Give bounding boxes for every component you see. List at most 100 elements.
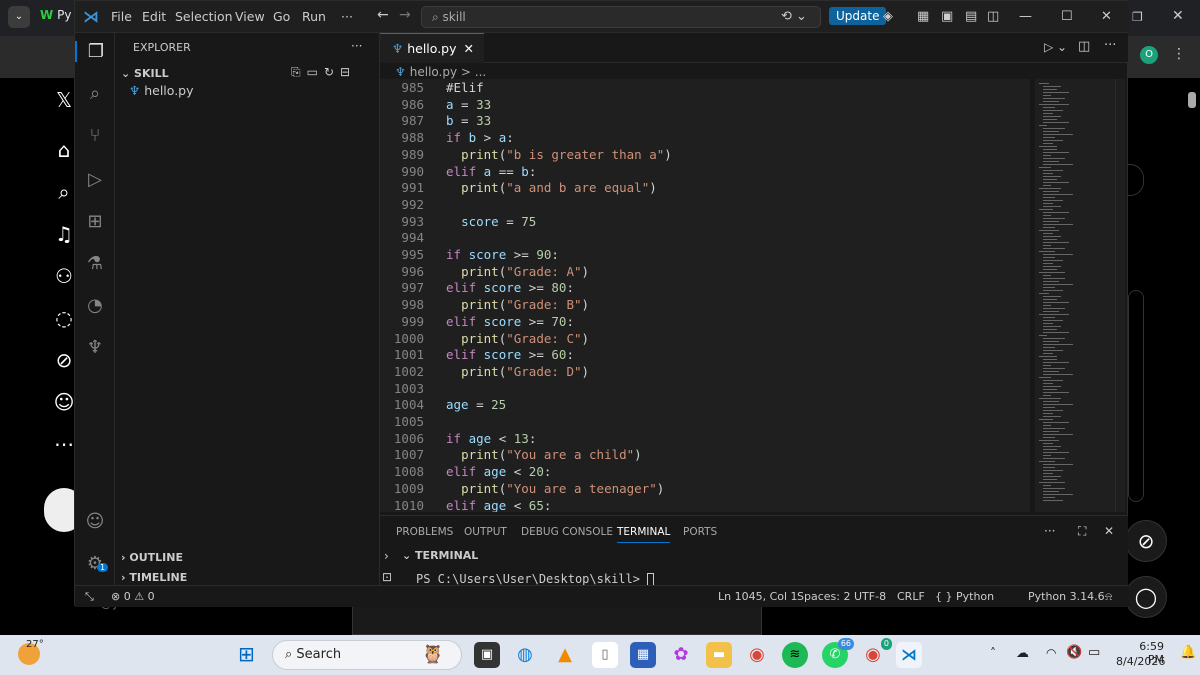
copilot-icon[interactable]: ✿: [668, 642, 694, 668]
menu-go[interactable]: Go: [273, 9, 290, 24]
cursor-position[interactable]: Ln 1045, Col 1: [718, 590, 798, 603]
python-interpreter[interactable]: Python 3.14.6: [1028, 590, 1105, 603]
code-text[interactable]: elif score >= 70:: [446, 314, 574, 329]
more-actions-icon[interactable]: ···: [351, 39, 362, 53]
notifications-icon[interactable]: 🔔: [1180, 645, 1196, 660]
encoding[interactable]: UTF-8: [854, 590, 886, 603]
code-text[interactable]: print("Grade: B"): [446, 297, 589, 312]
tray-chevron-icon[interactable]: ˄: [990, 646, 996, 660]
collapse-icon[interactable]: ⊟: [340, 65, 356, 79]
whatsapp-icon[interactable]: ✆ 66: [822, 638, 854, 668]
testing-icon[interactable]: ⚗: [75, 253, 115, 274]
code-text[interactable]: print("You are a child"): [446, 447, 642, 462]
vlc-icon[interactable]: ▲: [552, 642, 578, 668]
messages-fab-icon[interactable]: ◯: [1125, 576, 1167, 618]
menu-view[interactable]: View: [235, 9, 265, 24]
start-icon[interactable]: ⊞: [238, 642, 255, 666]
remote-explorer-icon[interactable]: ◔: [75, 295, 115, 316]
volume-muted-icon[interactable]: 🔇: [1066, 645, 1082, 660]
code-text[interactable]: print("Grade: D"): [446, 364, 589, 379]
python-icon[interactable]: ♆: [75, 337, 115, 358]
refresh-icon[interactable]: ↻: [324, 65, 340, 79]
chrome-profile-icon[interactable]: ◉ 0: [860, 638, 892, 668]
run-debug-icon[interactable]: ▷: [75, 169, 115, 190]
wifi-icon[interactable]: ◠: [1046, 646, 1056, 660]
editor-scrollbar[interactable]: [1115, 79, 1125, 512]
code-text[interactable]: if b > a:: [446, 130, 514, 145]
close-icon[interactable]: ✕: [1172, 8, 1184, 24]
line-ending[interactable]: CRLF: [897, 590, 925, 603]
code-text[interactable]: print("a and b are equal"): [446, 180, 657, 195]
spotify-icon[interactable]: ≋: [782, 642, 808, 668]
breadcrumb[interactable]: ♆ hello.py > ...: [395, 65, 486, 79]
outline-section[interactable]: › OUTLINE: [121, 551, 183, 564]
maximize-panel-icon[interactable]: ⛶: [1078, 524, 1086, 539]
explorer-icon[interactable]: ❐: [75, 41, 115, 62]
tab-problems[interactable]: PROBLEMS: [396, 526, 453, 538]
code-text[interactable]: if score >= 90:: [446, 247, 559, 262]
command-center-search[interactable]: ⌕ skill: [421, 6, 821, 28]
more-actions-icon[interactable]: ···: [1104, 38, 1116, 53]
update-button[interactable]: Update: [829, 7, 887, 25]
chevron-down-icon[interactable]: ⌄: [8, 6, 30, 28]
grok-fab-icon[interactable]: ⊘: [1125, 520, 1167, 562]
remote-icon[interactable]: ⤡: [85, 590, 94, 604]
extensions-icon[interactable]: ⊞: [75, 211, 115, 232]
code-editor[interactable]: 985 #Elif 986 a = 33 987 b = 33 988 if b > a: 98…: [380, 79, 1030, 512]
code-text[interactable]: elif score >= 60:: [446, 347, 574, 362]
restore-icon[interactable]: ❐: [1132, 10, 1143, 24]
code-text[interactable]: print("b is greater than a"): [446, 147, 672, 162]
profile-avatar[interactable]: O: [1140, 46, 1158, 64]
cloud-off-icon[interactable]: ☁: [1016, 646, 1029, 661]
menu-more[interactable]: ···: [341, 9, 353, 24]
code-text[interactable]: score = 75: [446, 214, 536, 229]
clock-date[interactable]: 8/4/2026: [1116, 655, 1165, 668]
battery-icon[interactable]: ▭: [1088, 645, 1100, 660]
tab-output[interactable]: OUTPUT: [464, 526, 507, 538]
language-mode[interactable]: { } Python: [935, 590, 994, 603]
run-python-icon[interactable]: ▷ ⌄: [1044, 40, 1067, 54]
new-file-icon[interactable]: ⎘: [291, 65, 307, 79]
code-text[interactable]: #Elif: [446, 80, 484, 95]
task-view-icon[interactable]: ▣: [474, 642, 500, 668]
tab-debug-console[interactable]: DEBUG CONSOLE: [521, 526, 613, 538]
more-actions-icon[interactable]: ···: [1044, 524, 1055, 538]
close-tab-icon[interactable]: ✕: [464, 41, 474, 56]
layout-icon[interactable]: ▦: [917, 9, 929, 24]
toggle-panel-icon[interactable]: ▤: [965, 9, 977, 24]
code-text[interactable]: elif age < 20:: [446, 464, 551, 479]
timeline-section[interactable]: › TIMELINE: [121, 571, 187, 584]
menu-file[interactable]: File: [111, 9, 132, 24]
menu-selection[interactable]: Selection: [175, 9, 233, 24]
code-text[interactable]: print("Grade: A"): [446, 264, 589, 279]
minimap[interactable]: [1035, 79, 1115, 512]
chrome-icon[interactable]: ◉: [744, 642, 770, 668]
indentation[interactable]: Spaces: 2: [797, 590, 850, 603]
scrollbar-thumb[interactable]: [1188, 92, 1196, 108]
code-text[interactable]: print("Grade: C"): [446, 331, 589, 346]
back-arrow-icon[interactable]: ←: [377, 7, 389, 23]
extension-icon[interactable]: ◈: [883, 9, 893, 24]
code-text[interactable]: a = 33: [446, 97, 491, 112]
manage-gear-icon[interactable]: ⚙ 1: [75, 553, 115, 574]
close-icon[interactable]: ✕: [1101, 9, 1112, 24]
menu-run[interactable]: Run: [302, 9, 326, 24]
owl-widget-icon[interactable]: 🦉: [420, 642, 446, 668]
problems-status[interactable]: ⊗ 0 ⚠ 0: [111, 590, 155, 603]
vscode-taskbar-icon[interactable]: ⋊: [896, 642, 922, 668]
code-text[interactable]: elif age < 65:: [446, 498, 551, 513]
toggle-sidebar-icon[interactable]: ▣: [941, 9, 953, 24]
code-text[interactable]: elif a == b:: [446, 164, 536, 179]
copilot-icon[interactable]: ⟲ ⌄: [781, 9, 807, 24]
browser-tab[interactable]: W Py: [40, 8, 71, 22]
split-editor-icon[interactable]: ◫: [1078, 39, 1090, 54]
maximize-icon[interactable]: ☐: [1061, 9, 1073, 24]
accounts-icon[interactable]: ☺: [75, 511, 115, 532]
source-control-icon[interactable]: ⑂: [75, 125, 115, 146]
file-hello-py[interactable]: ♆ hello.py: [129, 83, 194, 98]
code-text[interactable]: elif score >= 80:: [446, 280, 574, 295]
tab-ports[interactable]: PORTS: [683, 526, 717, 538]
minimize-icon[interactable]: —: [1019, 9, 1032, 24]
bell-icon[interactable]: ⍾: [1105, 590, 1112, 604]
explorer-toolbar[interactable]: ⎘▭↻⊟: [291, 65, 356, 80]
